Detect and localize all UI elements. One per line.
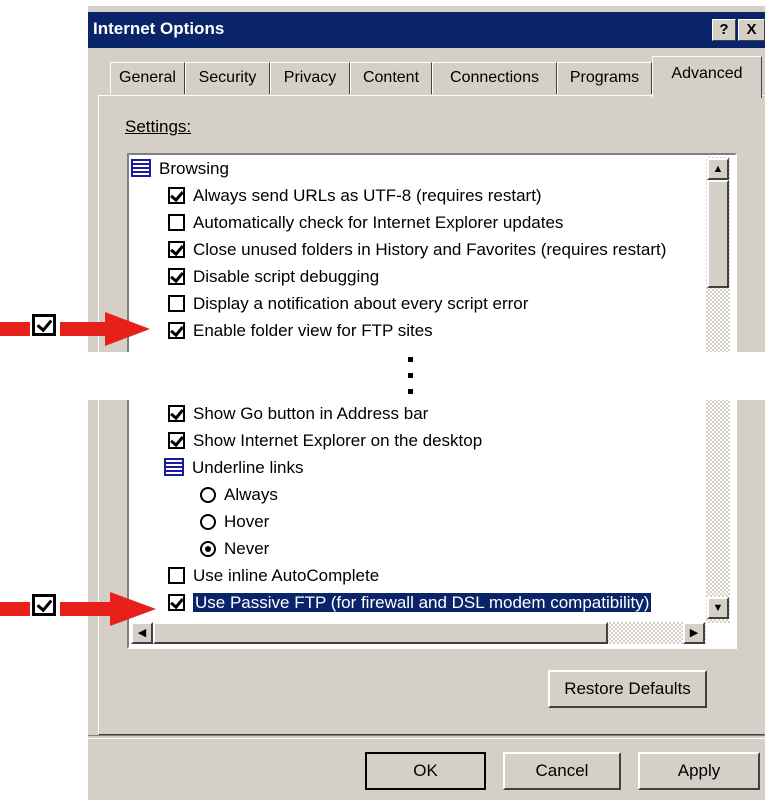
checkbox[interactable] (168, 295, 185, 312)
option-label-selected: Use Passive FTP (for firewall and DSL mo… (191, 592, 653, 613)
ellipsis-dot (408, 389, 413, 394)
tab-content[interactable]: Content (350, 62, 432, 94)
tab-connections[interactable]: Connections (432, 62, 557, 94)
settings-group-icon (131, 159, 151, 177)
checkbox[interactable] (168, 432, 185, 449)
option-label: Disable script debugging (193, 267, 380, 286)
content-break (88, 352, 765, 400)
group-label: Underline links (192, 458, 304, 477)
list-item[interactable]: Enable folder view for FTP sites (131, 317, 701, 344)
list-item[interactable]: Display a notification about every scrip… (131, 290, 701, 317)
list-item[interactable]: Show Internet Explorer on the desktop (131, 427, 706, 454)
settings-rows-top: Browsing Always send URLs as UTF-8 (requ… (131, 155, 701, 344)
list-item[interactable]: Show Go button in Address bar (131, 400, 706, 427)
tab-programs[interactable]: Programs (557, 62, 652, 94)
list-item[interactable]: Browsing (131, 155, 701, 182)
option-label: Automatically check for Internet Explore… (193, 213, 564, 232)
checkbox[interactable] (168, 594, 185, 611)
option-label: Show Internet Explorer on the desktop (193, 431, 483, 450)
vertical-scroll-thumb[interactable] (707, 180, 729, 288)
tab-advanced[interactable]: Advanced (652, 56, 762, 98)
list-item[interactable]: Never (131, 535, 706, 562)
option-label: Hover (224, 512, 270, 531)
checkbox[interactable] (168, 268, 185, 285)
list-item[interactable]: Automatically check for Internet Explore… (131, 209, 701, 236)
tab-privacy[interactable]: Privacy (270, 62, 350, 94)
checkbox[interactable] (168, 241, 185, 258)
checkbox[interactable] (168, 187, 185, 204)
radio-button[interactable] (200, 514, 216, 530)
apply-button[interactable]: Apply (638, 752, 760, 790)
window-title: Internet Options (93, 19, 225, 38)
checkbox[interactable] (168, 322, 185, 339)
scroll-right-icon[interactable]: ▶ (683, 622, 705, 644)
option-label: Never (224, 539, 270, 558)
list-item[interactable]: Always send URLs as UTF-8 (requires rest… (131, 182, 701, 209)
option-label: Close unused folders in History and Favo… (193, 240, 667, 259)
tab-security[interactable]: Security (185, 62, 270, 94)
list-item[interactable]: Use inline AutoComplete (131, 562, 706, 589)
ellipsis-dot (408, 373, 413, 378)
close-icon[interactable]: X (738, 19, 765, 41)
ellipsis-dot (408, 357, 413, 362)
option-label: Use inline AutoComplete (193, 566, 380, 585)
radio-button[interactable] (200, 541, 216, 557)
checkbox[interactable] (168, 567, 185, 584)
tab-general[interactable]: General (110, 62, 185, 94)
horizontal-scroll-thumb[interactable] (153, 622, 608, 644)
separator (88, 735, 765, 739)
option-label: Show Go button in Address bar (193, 404, 429, 423)
list-item[interactable]: Always (131, 481, 706, 508)
option-label: Always (224, 485, 278, 504)
radio-button[interactable] (200, 487, 216, 503)
list-item[interactable]: Use Passive FTP (for firewall and DSL mo… (131, 589, 706, 616)
list-item[interactable]: Close unused folders in History and Favo… (131, 236, 701, 263)
option-label: Enable folder view for FTP sites (193, 321, 433, 340)
settings-group-icon (164, 458, 184, 476)
settings-rows-bottom: Show Go button in Address bar Show Inter… (131, 400, 706, 616)
checkbox[interactable] (168, 214, 185, 231)
cancel-button[interactable]: Cancel (503, 752, 621, 790)
scroll-up-icon[interactable]: ▲ (707, 158, 729, 180)
group-label: Browsing (159, 159, 229, 178)
option-label: Always send URLs as UTF-8 (requires rest… (193, 186, 542, 205)
list-item[interactable]: Hover (131, 508, 706, 535)
settings-label-text: Settings: (125, 117, 192, 136)
red-arrow-icon (0, 312, 150, 346)
red-arrow-icon (0, 592, 156, 626)
help-icon[interactable]: ? (712, 19, 736, 41)
option-label: Display a notification about every scrip… (193, 294, 529, 313)
restore-defaults-button[interactable]: Restore Defaults (548, 670, 707, 708)
list-item[interactable]: Disable script debugging (131, 263, 701, 290)
settings-label: Settings: (125, 117, 191, 137)
scroll-down-icon[interactable]: ▼ (707, 597, 729, 619)
checkbox[interactable] (168, 405, 185, 422)
list-item[interactable]: Underline links (131, 454, 706, 481)
restore-defaults-label: Restore Defaults (564, 679, 691, 698)
ok-button[interactable]: OK (365, 752, 486, 790)
